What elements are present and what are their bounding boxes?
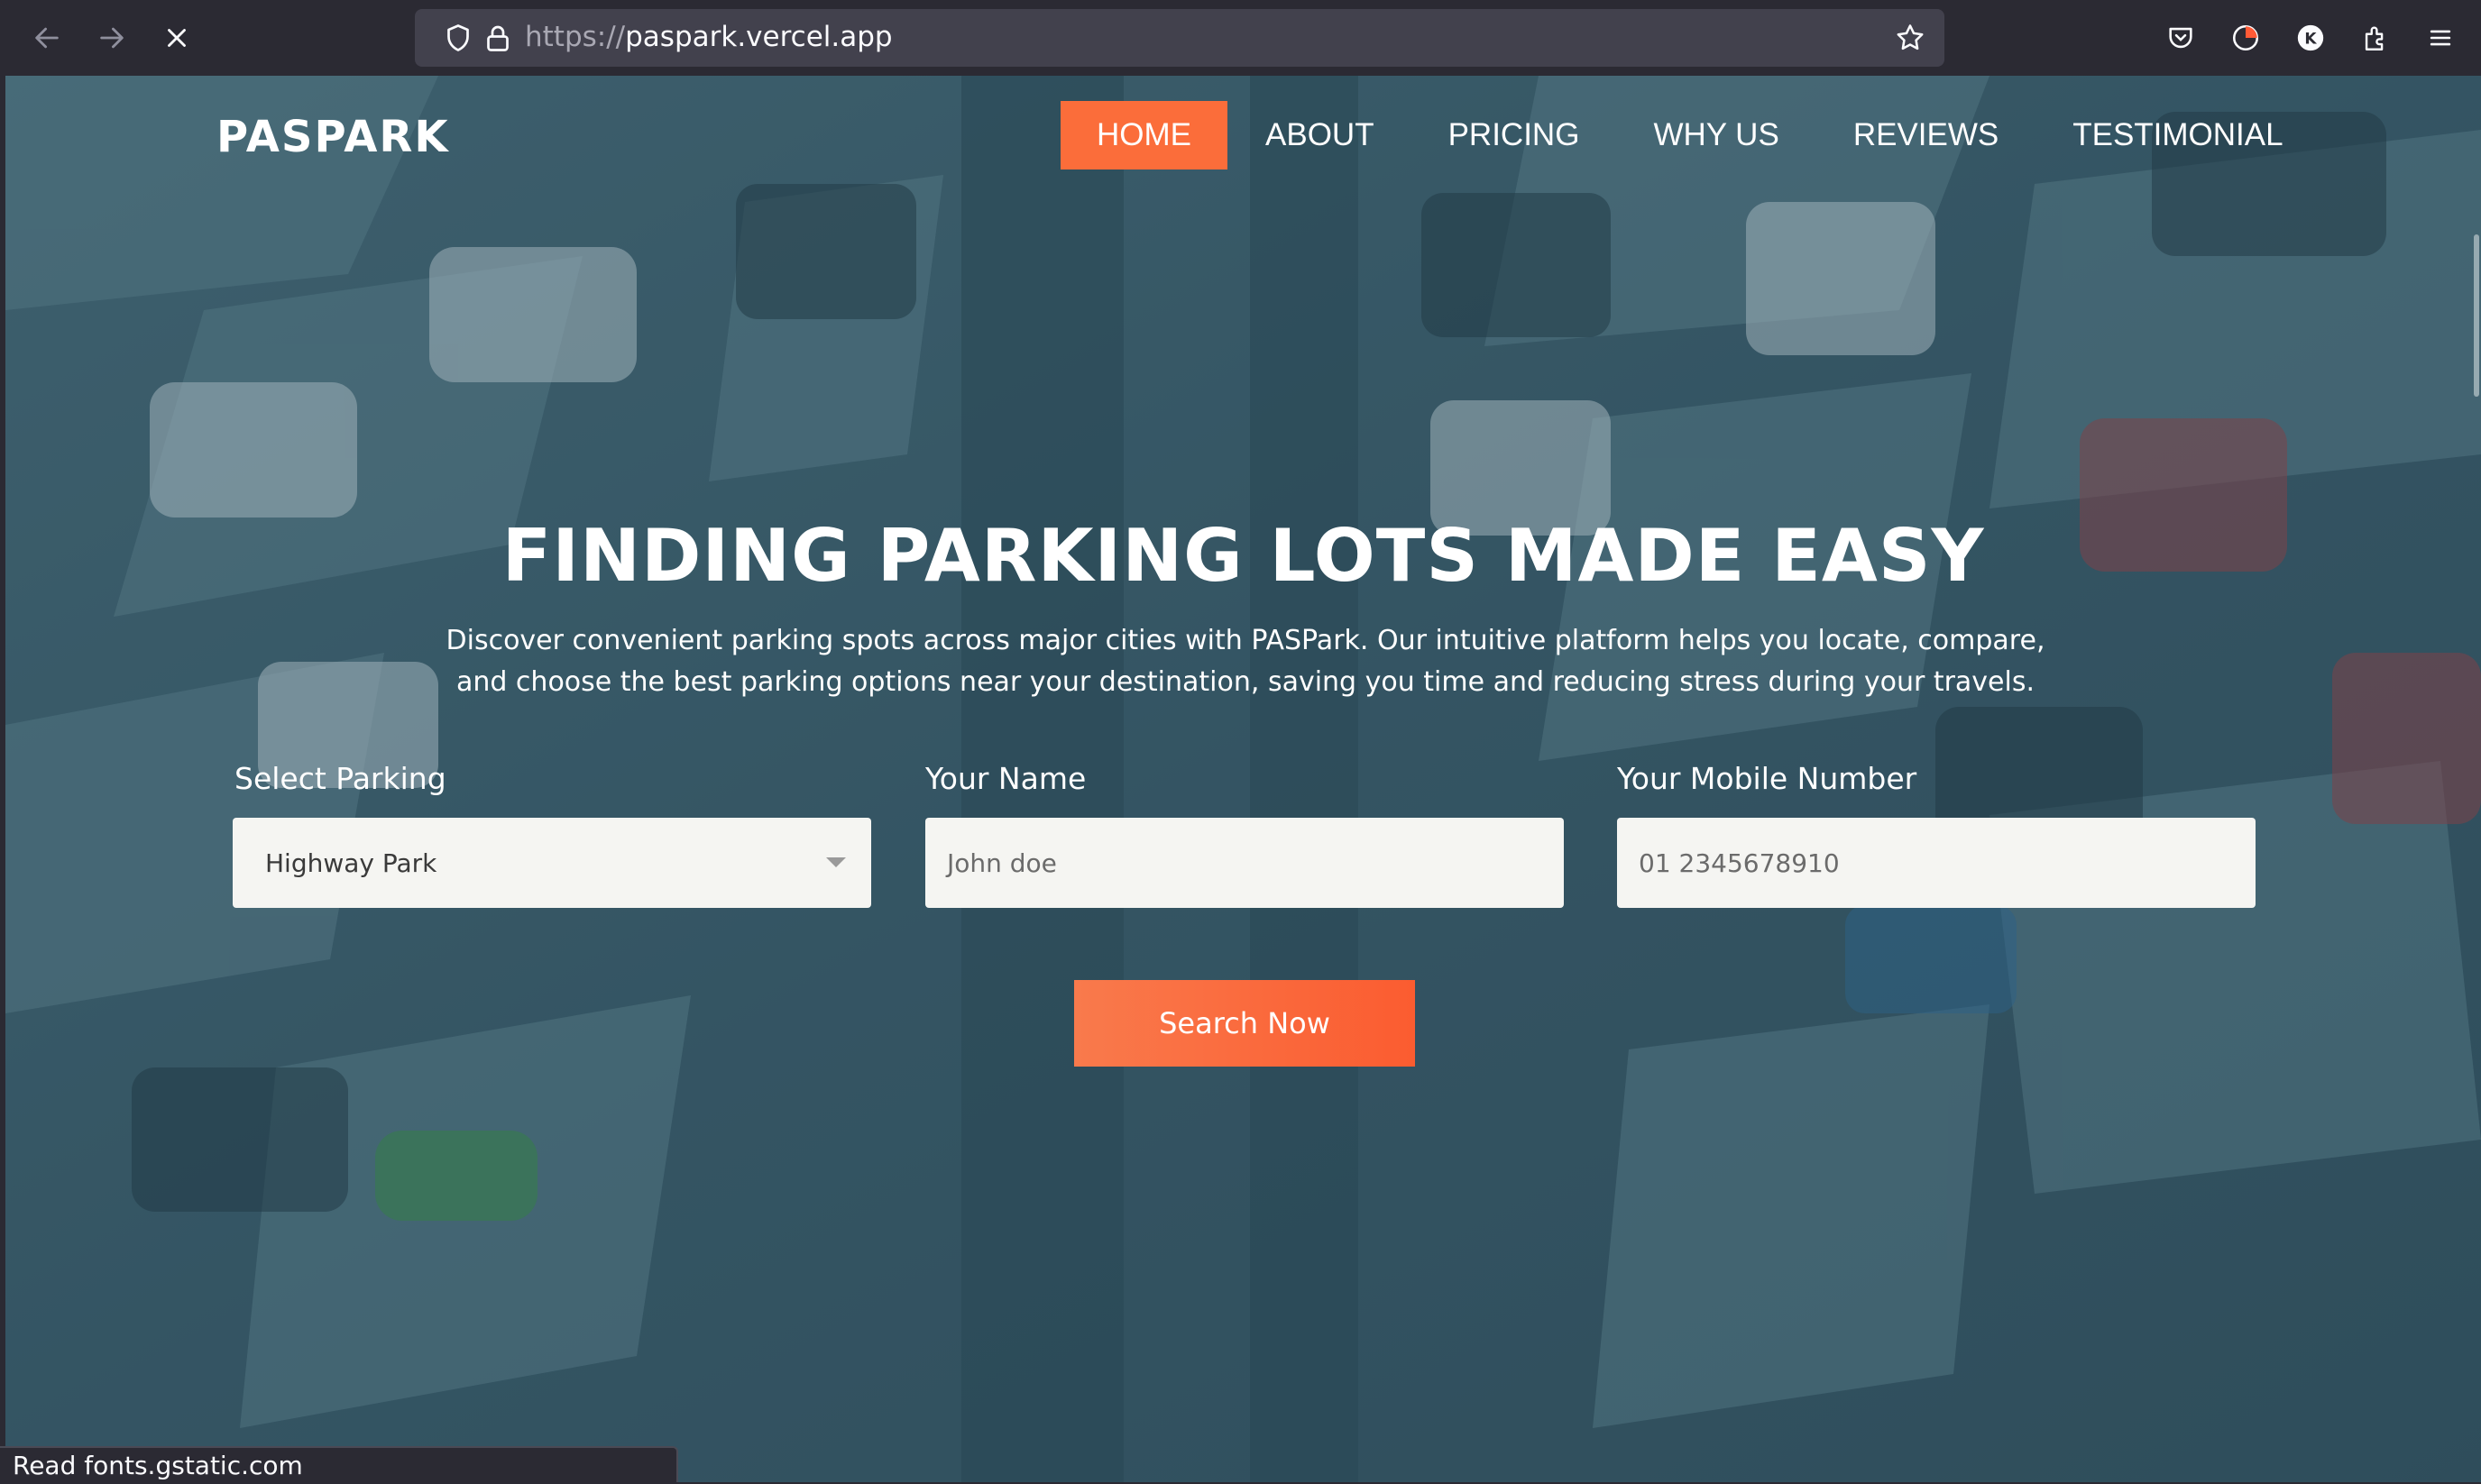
star-icon[interactable] bbox=[1894, 22, 1926, 54]
page-scrollbar[interactable] bbox=[2474, 234, 2479, 397]
account-initial: K bbox=[2304, 30, 2317, 48]
nav-pricing[interactable]: PRICING bbox=[1412, 101, 1616, 169]
pocket-button[interactable] bbox=[2155, 13, 2206, 63]
name-placeholder: John doe bbox=[947, 847, 1057, 878]
stop-loading-icon bbox=[168, 29, 186, 47]
sync-button[interactable] bbox=[2220, 13, 2271, 63]
account-icon: K bbox=[2297, 24, 2324, 51]
menu-icon bbox=[2430, 30, 2451, 46]
mobile-number-input[interactable]: 01 2345678910 bbox=[1617, 818, 2256, 908]
forward-arrow-icon bbox=[100, 27, 124, 49]
mobile-number-placeholder: 01 2345678910 bbox=[1639, 847, 1840, 878]
name-input[interactable]: John doe bbox=[925, 818, 1564, 908]
extensions-button[interactable] bbox=[2350, 13, 2401, 63]
back-arrow-icon bbox=[35, 27, 59, 49]
site-logo[interactable]: PASPARK bbox=[216, 112, 450, 162]
url-scheme: https:// bbox=[525, 21, 626, 53]
page-viewport: PASPARK HOME ABOUT PRICING WHY US REVIEW… bbox=[5, 76, 2481, 1482]
nav-testimonial[interactable]: TESTIMONIAL bbox=[2036, 101, 2319, 169]
select-parking-value: Highway Park bbox=[265, 847, 437, 878]
url-text[interactable]: https://paspark.vercel.app bbox=[525, 21, 893, 53]
url-host: paspark.vercel.app bbox=[625, 21, 893, 53]
hero-title: FINDING PARKING LOTS MADE EASY bbox=[501, 514, 1985, 598]
nav-why-us[interactable]: WHY US bbox=[1617, 101, 1815, 169]
shield-icon[interactable] bbox=[442, 22, 474, 54]
forward-button[interactable] bbox=[87, 13, 137, 63]
url-bar[interactable]: https://paspark.vercel.app bbox=[415, 9, 1944, 67]
extensions-icon bbox=[2365, 26, 2384, 50]
back-button[interactable] bbox=[22, 13, 72, 63]
app-menu-button[interactable] bbox=[2415, 13, 2466, 63]
nav-reviews[interactable]: REVIEWS bbox=[1817, 101, 2035, 169]
nav-about[interactable]: ABOUT bbox=[1229, 101, 1410, 169]
sync-status-icon bbox=[2232, 24, 2259, 51]
mobile-number-label: Your Mobile Number bbox=[1617, 761, 1917, 796]
pocket-icon bbox=[2169, 27, 2192, 49]
stop-loading-button[interactable] bbox=[152, 13, 202, 63]
nav-home[interactable]: HOME bbox=[1061, 101, 1227, 169]
search-now-button[interactable]: Search Now bbox=[1074, 980, 1415, 1067]
select-parking-dropdown[interactable]: Highway Park bbox=[233, 818, 871, 908]
your-name-label: Your Name bbox=[925, 761, 1087, 796]
browser-status-bar: Read fonts.gstatic.com bbox=[0, 1446, 678, 1482]
lock-icon[interactable] bbox=[482, 22, 514, 54]
account-button[interactable]: K bbox=[2285, 13, 2336, 63]
main-nav: HOME ABOUT PRICING WHY US REVIEWS TESTIM… bbox=[1061, 101, 2321, 169]
hero-description: Discover convenient parking spots across… bbox=[446, 625, 2045, 698]
select-parking-label: Select Parking bbox=[234, 761, 446, 796]
chevron-down-icon bbox=[826, 857, 846, 867]
browser-toolbar: https://paspark.vercel.app K bbox=[0, 0, 2481, 76]
